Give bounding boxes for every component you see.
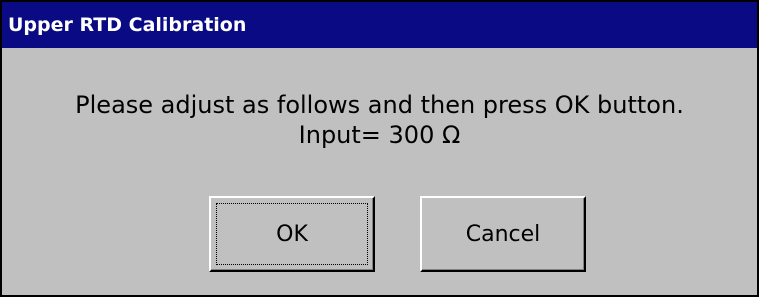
cancel-button[interactable]: Cancel xyxy=(420,196,586,272)
ok-button-label: OK xyxy=(276,221,308,247)
dialog-body: Please adjust as follows and then press … xyxy=(2,48,757,295)
message-input-value: Input= 300 Ω xyxy=(298,121,461,149)
ok-button[interactable]: OK xyxy=(209,196,375,272)
cancel-button-label: Cancel xyxy=(465,221,541,247)
message-instruction: Please adjust as follows and then press … xyxy=(75,91,684,119)
dialog-message: Please adjust as follows and then press … xyxy=(2,90,757,150)
calibration-dialog: Upper RTD Calibration Please adjust as f… xyxy=(0,0,759,297)
dialog-titlebar[interactable]: Upper RTD Calibration xyxy=(2,0,757,48)
dialog-title: Upper RTD Calibration xyxy=(8,14,247,36)
